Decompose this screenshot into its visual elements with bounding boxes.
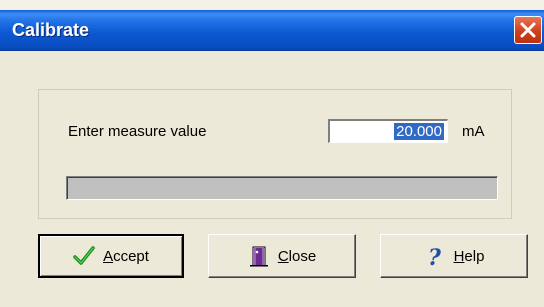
close-label: Close <box>277 247 317 265</box>
dialog-body: Enter measure value 20.000 mA Accept Clo… <box>0 51 544 307</box>
svg-text:?: ? <box>428 245 442 267</box>
checkmark-icon <box>73 246 95 265</box>
help-button[interactable]: ? Help <box>380 234 528 278</box>
window-close-button[interactable] <box>514 16 542 44</box>
question-mark-icon: ? <box>428 245 442 267</box>
help-label: Help <box>453 247 485 265</box>
calibrate-dialog: Calibrate Enter measure value 20.000 mA … <box>0 0 544 307</box>
close-button[interactable]: Close <box>208 234 356 278</box>
measure-value-text: 20.000 <box>394 123 444 140</box>
door-exit-icon <box>249 246 268 267</box>
calibration-progress-bar <box>66 176 498 200</box>
accept-label: Accept <box>103 247 149 265</box>
accept-button[interactable]: Accept <box>38 234 184 278</box>
measure-value-label: Enter measure value <box>68 123 207 140</box>
unit-label: mA <box>462 123 485 140</box>
close-icon <box>520 22 536 38</box>
dialog-title: Calibrate <box>12 20 90 40</box>
title-bar[interactable]: Calibrate <box>0 10 544 51</box>
background-strip <box>0 0 544 10</box>
measure-value-input[interactable]: 20.000 <box>328 119 448 143</box>
